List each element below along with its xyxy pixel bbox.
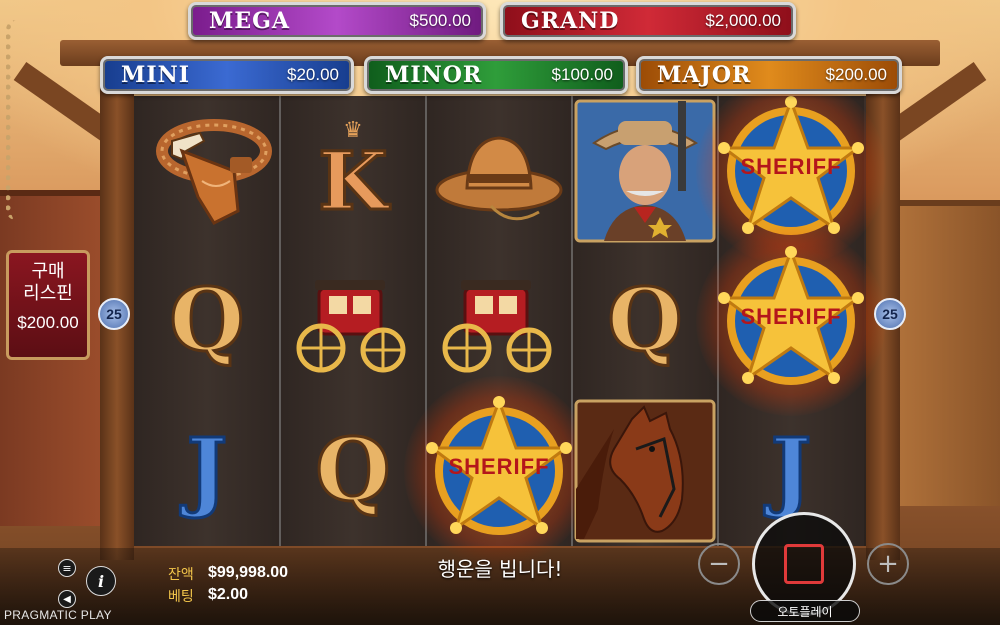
- letter-k: K: [317, 134, 390, 228]
- jackpot-major: MAJOR $200.00: [636, 56, 902, 94]
- speaker-icon: ◀: [63, 593, 71, 605]
- buy-respin-label-1: 구매: [31, 261, 65, 282]
- symbol-j: J: [134, 396, 280, 546]
- buy-respin-button[interactable]: 구매 리스핀 $200.00: [6, 250, 90, 360]
- symbol-sheriff-badge: SHERIFF: [404, 376, 594, 566]
- jackpot-mini: MINI $20.00: [100, 56, 354, 94]
- info-icon: i: [97, 571, 105, 591]
- menu-icon: ≡: [62, 561, 72, 575]
- sheriff-label: SHERIFF: [740, 304, 842, 329]
- jackpot-major-name: MAJOR: [657, 62, 752, 88]
- letter-j: J: [185, 420, 229, 521]
- info-button[interactable]: i: [86, 566, 116, 596]
- autoplay-label: 오토플레이: [777, 604, 833, 619]
- sound-button[interactable]: ◀: [58, 590, 76, 608]
- symbol-horse: [572, 396, 718, 546]
- jackpot-minor-amount: $100.00: [551, 65, 613, 84]
- letter-j: J: [769, 420, 813, 521]
- stagecoach-icon: [296, 280, 406, 373]
- jackpot-minor-name: MINOR: [385, 62, 483, 88]
- balance-label: 잔액: [168, 567, 194, 583]
- jackpot-minor: MINOR $100.00: [364, 56, 628, 94]
- stagecoach-icon: [442, 280, 552, 373]
- minus-icon: −: [708, 549, 730, 579]
- paylines-badge-left: 25: [98, 298, 130, 330]
- provider-logo: PRAGMATIC PLAY: [4, 608, 112, 622]
- letter-q: Q: [606, 270, 684, 371]
- decrease-bet-button[interactable]: −: [698, 543, 740, 585]
- cowboy-hat-icon: [435, 136, 563, 221]
- autoplay-button[interactable]: 오토플레이: [750, 600, 860, 622]
- gun-belt-icon: [156, 119, 272, 225]
- buy-respin-label-2: 리스핀: [23, 283, 73, 304]
- symbol-sheriff-badge: SHERIFF: [696, 76, 886, 266]
- status-message: 행운을 빕니다!: [437, 557, 563, 581]
- letter-q: Q: [168, 270, 246, 371]
- symbol-q: Q: [134, 246, 280, 396]
- lasso-rope: [6, 20, 33, 220]
- letter-q: Q: [314, 420, 392, 521]
- jackpot-mini-amount: $20.00: [287, 65, 339, 84]
- symbol-sheriff-badge: SHERIFF: [696, 226, 886, 416]
- horse-icon: [574, 399, 716, 543]
- paylines-badge-right: 25: [874, 298, 906, 330]
- jackpot-grand-name: GRAND: [521, 8, 620, 34]
- increase-bet-button[interactable]: +: [867, 543, 909, 585]
- symbol-cowboy-hat: [426, 96, 572, 246]
- symbol-stagecoach: [426, 246, 572, 396]
- balance-value: $99,998.00: [208, 564, 289, 581]
- sheriff-label: SHERIFF: [740, 154, 842, 179]
- jackpot-grand-amount: $2,000.00: [705, 11, 781, 30]
- jackpot-grand: GRAND $2,000.00: [500, 2, 796, 40]
- menu-button[interactable]: ≡: [58, 559, 76, 577]
- sheriff-badge: SHERIFF: [424, 396, 574, 546]
- k-symbol-wrapper: ♛ K: [317, 120, 390, 223]
- buy-respin-price: $200.00: [17, 313, 79, 332]
- sheriff-badge: SHERIFF: [716, 96, 866, 246]
- plus-icon: +: [877, 549, 899, 579]
- reel-grid: Q J ♛ K Q SHERIFF Q SHERIFF SHERIFF J: [134, 76, 886, 566]
- jackpot-mega-amount: $500.00: [409, 11, 471, 30]
- symbol-k: ♛ K: [280, 96, 426, 246]
- sheriff-label: SHERIFF: [448, 454, 550, 479]
- bet-value: $2.00: [208, 586, 249, 603]
- sheriff-badge: SHERIFF: [716, 246, 866, 396]
- jackpot-mini-name: MINI: [121, 62, 191, 88]
- jackpot-major-amount: $200.00: [825, 65, 887, 84]
- spin-stop-icon: [784, 544, 824, 584]
- jackpot-mega-name: MEGA: [209, 8, 290, 34]
- bet-label: 베팅: [168, 589, 194, 605]
- jackpot-mega: MEGA $500.00: [188, 2, 486, 40]
- symbol-stagecoach: [280, 246, 426, 396]
- symbol-gun-belt: [134, 96, 280, 246]
- sheriff-portrait-icon: [574, 99, 716, 243]
